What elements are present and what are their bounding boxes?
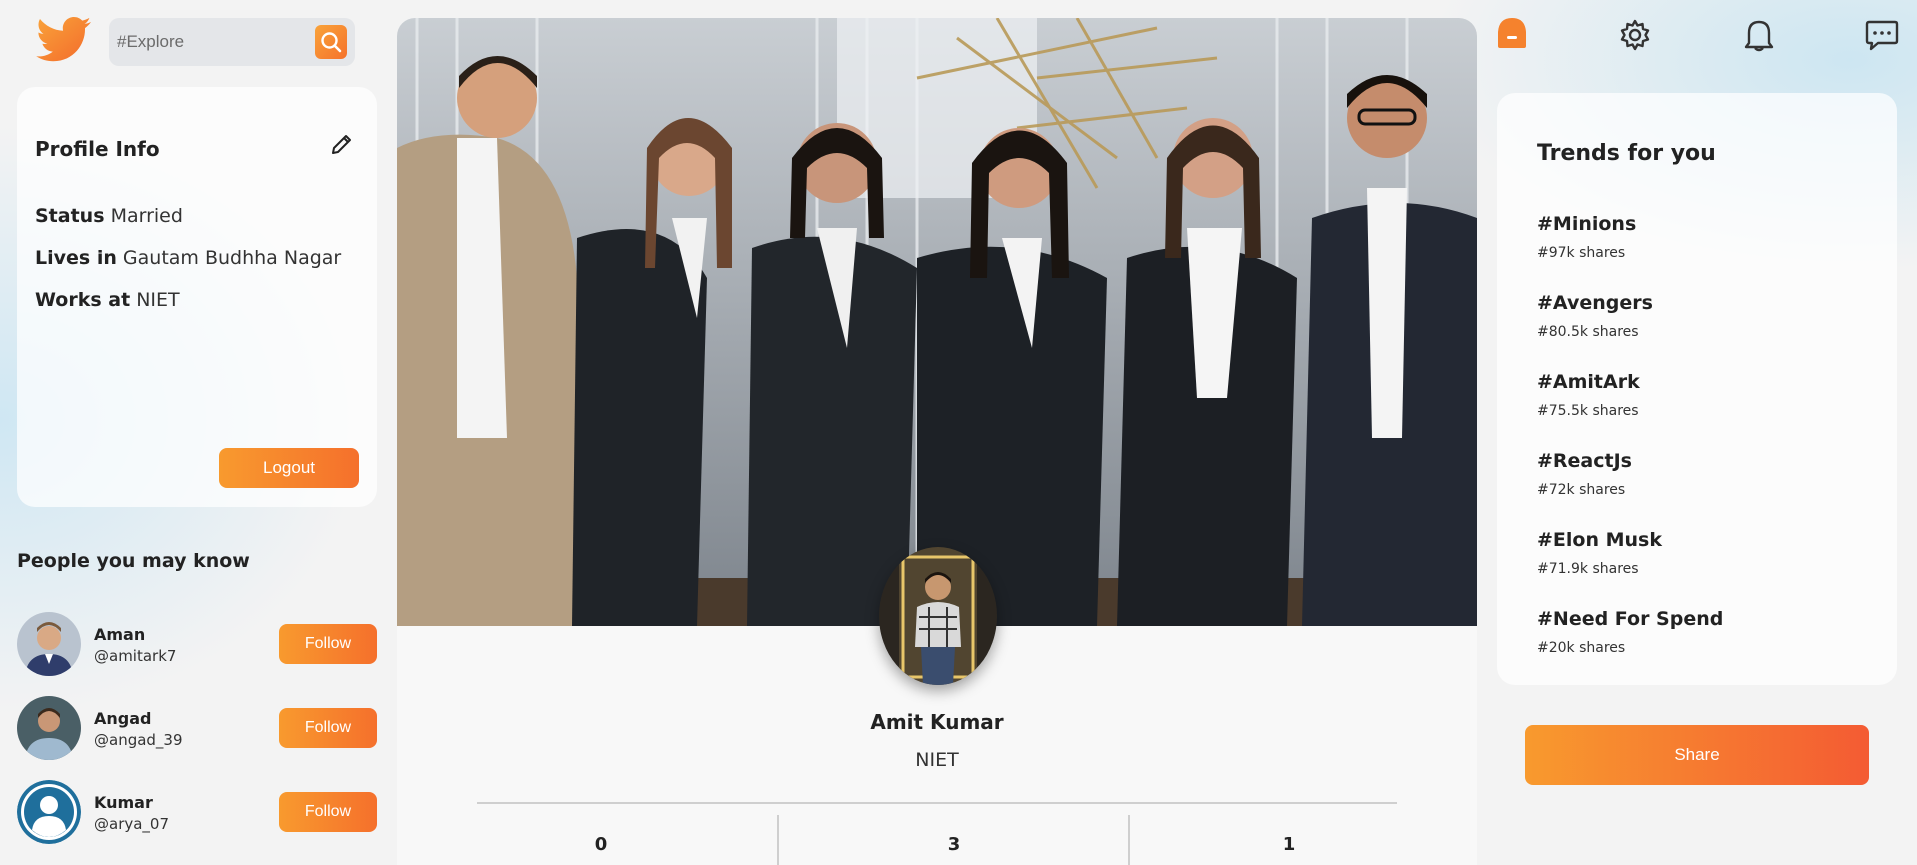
works-at-value: NIET bbox=[136, 289, 180, 311]
pencil-icon[interactable] bbox=[329, 131, 355, 157]
trend-tag: #Need For Spend bbox=[1537, 608, 1724, 630]
list-item: Aman @amitark7 Follow bbox=[17, 612, 377, 678]
stat-separator bbox=[777, 815, 779, 865]
logout-button[interactable]: Logout bbox=[219, 448, 359, 488]
trends-title: Trends for you bbox=[1537, 141, 1716, 166]
trend-count: #20k shares bbox=[1537, 640, 1626, 656]
trend-count: #97k shares bbox=[1537, 245, 1626, 261]
person-name: Aman bbox=[94, 625, 146, 644]
trend-count: #80.5k shares bbox=[1537, 324, 1639, 340]
trend-tag: #ReactJs bbox=[1537, 450, 1632, 472]
stat-value: 1 bbox=[1282, 834, 1296, 855]
follow-button[interactable]: Follow bbox=[279, 624, 377, 664]
bird-logo-icon[interactable] bbox=[33, 16, 93, 68]
trend-tag: #Elon Musk bbox=[1537, 529, 1662, 551]
divider bbox=[477, 802, 1397, 804]
stat-separator bbox=[1128, 815, 1130, 865]
search-bar bbox=[109, 18, 355, 66]
works-at-info: Works at NIET bbox=[35, 289, 180, 311]
person-handle: @arya_07 bbox=[94, 815, 170, 833]
trend-item[interactable]: #Minions #97k shares bbox=[1537, 213, 1636, 261]
lives-in-label: Lives in bbox=[35, 247, 117, 269]
follow-button[interactable]: Follow bbox=[279, 792, 377, 832]
bell-icon[interactable] bbox=[1741, 17, 1777, 53]
share-button[interactable]: Share bbox=[1525, 725, 1869, 785]
home-icon[interactable] bbox=[1495, 16, 1531, 52]
person-handle: @amitark7 bbox=[94, 647, 177, 665]
follow-button[interactable]: Follow bbox=[279, 708, 377, 748]
search-button[interactable] bbox=[315, 25, 347, 59]
trend-item[interactable]: #AmitArk #75.5k shares bbox=[1537, 371, 1640, 419]
person-name: Angad bbox=[94, 709, 152, 728]
trend-item[interactable]: #Avengers #80.5k shares bbox=[1537, 292, 1653, 340]
list-item: Kumar @arya_07 Follow bbox=[17, 780, 377, 846]
cover-photo bbox=[397, 18, 1477, 626]
trend-tag: #Avengers bbox=[1537, 292, 1653, 314]
stat-value: 0 bbox=[594, 834, 608, 855]
lives-in-info: Lives in Gautam Budhha Nagar bbox=[35, 247, 341, 269]
profile-info-card: Profile Info Status Married Lives in Gau… bbox=[17, 87, 377, 507]
avatar[interactable] bbox=[17, 612, 81, 676]
search-icon bbox=[321, 32, 342, 53]
trend-item[interactable]: #Need For Spend #20k shares bbox=[1537, 608, 1723, 656]
works-at-label: Works at bbox=[35, 289, 131, 311]
trend-item[interactable]: #Elon Musk #71.9k shares bbox=[1537, 529, 1662, 577]
profile-name: Amit Kumar bbox=[870, 710, 1004, 734]
stat-value: 3 bbox=[947, 834, 961, 855]
profile-org: NIET bbox=[915, 749, 959, 771]
status-label: Status bbox=[35, 205, 105, 227]
status-info: Status Married bbox=[35, 205, 183, 227]
avatar[interactable] bbox=[17, 780, 81, 844]
status-value: Married bbox=[110, 205, 183, 227]
trends-card: Trends for you #Minions #97k shares #Ave… bbox=[1497, 93, 1897, 685]
profile-info-title: Profile Info bbox=[35, 137, 160, 161]
trend-count: #71.9k shares bbox=[1537, 561, 1639, 577]
trend-tag: #Minions bbox=[1537, 213, 1637, 235]
chat-icon[interactable] bbox=[1864, 17, 1900, 53]
list-item: Angad @angad_39 Follow bbox=[17, 696, 377, 762]
trend-item[interactable]: #ReactJs #72k shares bbox=[1537, 450, 1632, 498]
person-handle: @angad_39 bbox=[94, 731, 183, 749]
people-you-may-know-title: People you may know bbox=[17, 550, 250, 572]
gear-icon[interactable] bbox=[1618, 18, 1654, 54]
lives-in-value: Gautam Budhha Nagar bbox=[122, 247, 342, 269]
trend-count: #72k shares bbox=[1537, 482, 1626, 498]
search-input[interactable] bbox=[117, 32, 317, 52]
profile-panel: Amit Kumar NIET 0 3 1 bbox=[397, 18, 1477, 865]
profile-avatar[interactable] bbox=[879, 547, 997, 685]
trend-tag: #AmitArk bbox=[1537, 371, 1640, 393]
trend-count: #75.5k shares bbox=[1537, 403, 1639, 419]
person-name: Kumar bbox=[94, 793, 153, 812]
avatar[interactable] bbox=[17, 696, 81, 760]
